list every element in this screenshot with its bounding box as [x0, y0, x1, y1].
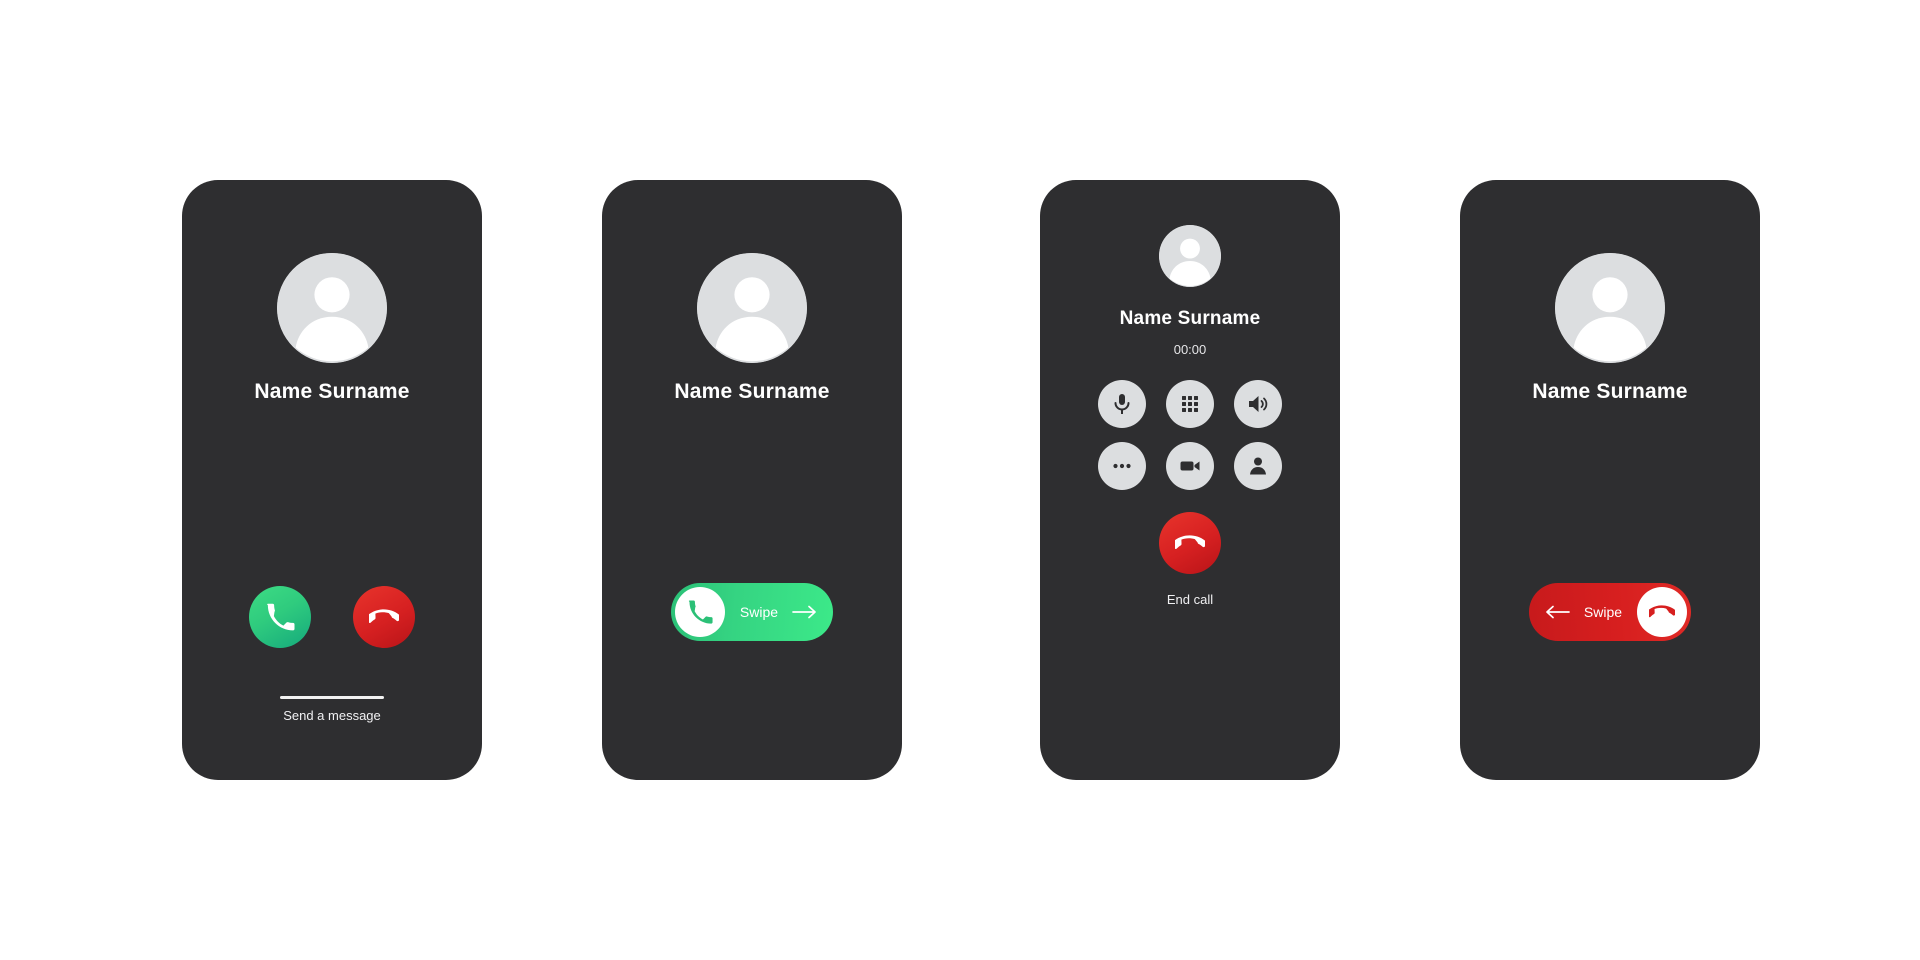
- arrow-right-icon: [792, 605, 816, 619]
- swipe-to-decline-slider[interactable]: Swipe: [1529, 583, 1691, 641]
- call-action-row: [182, 586, 482, 648]
- phone-hangup-icon: [1649, 605, 1675, 618]
- phone-handset-icon: [688, 600, 713, 624]
- accept-call-button[interactable]: [249, 586, 311, 648]
- keypad-button[interactable]: [1166, 380, 1214, 428]
- end-call-area: End call: [1040, 512, 1340, 607]
- more-dots-icon: [1113, 463, 1131, 469]
- send-a-message-label[interactable]: Send a message: [182, 708, 482, 723]
- video-button[interactable]: [1166, 442, 1214, 490]
- microphone-icon: [1114, 394, 1130, 414]
- mute-button[interactable]: [1098, 380, 1146, 428]
- speaker-icon: [1249, 396, 1268, 412]
- person-icon: [1250, 457, 1266, 475]
- swipe-label: Swipe: [1583, 604, 1623, 620]
- phone-hangup-icon: [1175, 535, 1205, 550]
- phone-screen-incoming-call-buttons: Name Surname Send a message: [182, 180, 482, 780]
- swipe-to-accept-slider[interactable]: Swipe: [671, 583, 833, 641]
- phone-screen-active-call-controls: Name Surname 00:00 End call: [1040, 180, 1340, 780]
- contact-name: Name Surname: [674, 380, 830, 403]
- end-call-label: End call: [1166, 592, 1214, 607]
- call-duration: 00:00: [1173, 342, 1207, 357]
- dialpad-icon: [1182, 396, 1198, 412]
- user-avatar-icon: [277, 253, 387, 363]
- contact-name: Name Surname: [254, 380, 410, 403]
- contact-name: Name Surname: [1119, 308, 1261, 329]
- user-avatar-icon: [1159, 225, 1221, 287]
- swipe-knob-decline[interactable]: [1637, 587, 1687, 637]
- phone-screen-incoming-call-swipe-decline: Name Surname Swipe: [1460, 180, 1760, 780]
- arrow-left-icon: [1546, 605, 1570, 619]
- more-options-button[interactable]: [1098, 442, 1146, 490]
- user-avatar-icon: [697, 253, 807, 363]
- decline-call-button[interactable]: [353, 586, 415, 648]
- swipe-accept-body: Swipe: [725, 604, 833, 620]
- home-indicator-bar: [280, 696, 384, 699]
- phone-handset-icon: [267, 603, 295, 631]
- swipe-label: Swipe: [739, 604, 779, 620]
- canvas: Name Surname Send a message Name Surname…: [0, 0, 1920, 960]
- phone-hangup-icon: [369, 609, 399, 624]
- user-avatar-icon: [1555, 253, 1665, 363]
- contact-name: Name Surname: [1532, 380, 1688, 403]
- swipe-knob-accept[interactable]: [675, 587, 725, 637]
- video-camera-icon: [1180, 461, 1200, 471]
- add-contact-button[interactable]: [1234, 442, 1282, 490]
- speaker-button[interactable]: [1234, 380, 1282, 428]
- call-controls-grid: [1098, 380, 1282, 490]
- phone-screen-incoming-call-swipe-accept: Name Surname Swipe: [602, 180, 902, 780]
- end-call-button[interactable]: [1159, 512, 1221, 574]
- swipe-decline-body: Swipe: [1529, 604, 1637, 620]
